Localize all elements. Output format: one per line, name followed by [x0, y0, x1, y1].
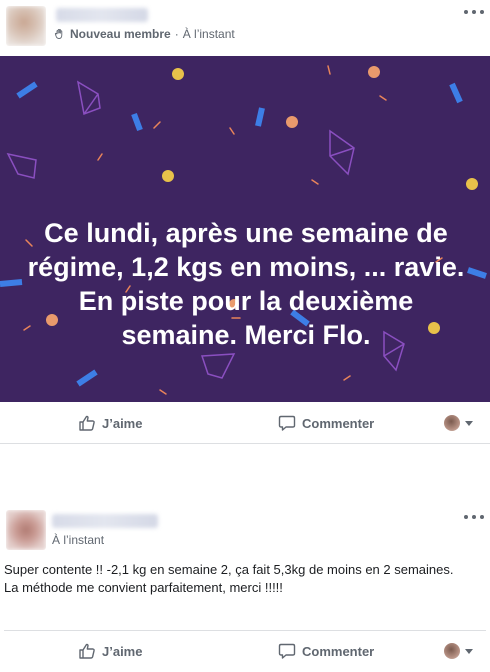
post-meta: À l’instant	[52, 533, 104, 547]
more-options-icon[interactable]	[464, 512, 484, 522]
banner-text: Ce lundi, après une semaine de régime, 1…	[27, 218, 465, 350]
mini-avatar	[444, 415, 460, 431]
post-time[interactable]: À l’instant	[183, 27, 235, 41]
post-card-2: À l’instant Super contente !! -2,1 kg en…	[0, 494, 490, 669]
comment-button[interactable]: Commenter	[278, 642, 374, 660]
comment-button[interactable]: Commenter	[278, 414, 374, 432]
post-card-1: Nouveau membre · À l’instant Ce lundi, a…	[0, 0, 490, 444]
new-member-badge[interactable]: Nouveau membre	[70, 27, 171, 41]
post-text-line: La méthode me convient parfaitement, mer…	[4, 580, 283, 595]
comment-label: Commenter	[302, 415, 375, 431]
avatar[interactable]	[6, 6, 46, 46]
comment-bubble-icon	[278, 415, 296, 431]
comment-bubble-icon	[278, 643, 296, 659]
more-options-icon[interactable]	[464, 7, 484, 17]
reaction-identity-selector[interactable]	[444, 415, 473, 431]
like-label: J’aime	[102, 643, 143, 659]
reaction-selector-caret-icon	[465, 648, 473, 654]
post-actions-bar: J’aime Commenter	[0, 402, 490, 444]
avatar[interactable]	[6, 510, 46, 550]
like-button[interactable]: J’aime	[78, 414, 142, 432]
post-meta: Nouveau membre · À l’instant	[54, 27, 235, 41]
comment-label: Commenter	[302, 643, 375, 659]
wave-hand-icon	[54, 28, 63, 39]
background-text-banner: Ce lundi, après une semaine de régime, 1…	[0, 56, 490, 402]
like-thumb-icon	[79, 643, 95, 659]
post-actions-bar: J’aime Commenter	[0, 630, 490, 672]
reaction-identity-selector[interactable]	[444, 643, 473, 659]
like-label: J’aime	[102, 415, 143, 431]
author-name[interactable]	[52, 514, 158, 528]
mini-avatar	[444, 643, 460, 659]
like-thumb-icon	[79, 415, 95, 431]
separator-dot: ·	[174, 27, 179, 41]
reaction-selector-caret-icon	[465, 420, 473, 426]
like-button[interactable]: J’aime	[78, 642, 142, 660]
post-text: Super contente !! -2,1 kg en semaine 2, …	[4, 561, 484, 597]
post-text-line: Super contente !! -2,1 kg en semaine 2, …	[4, 562, 454, 577]
author-name[interactable]	[56, 8, 148, 22]
feed-spacer	[0, 444, 490, 494]
post-time[interactable]: À l’instant	[52, 533, 104, 547]
